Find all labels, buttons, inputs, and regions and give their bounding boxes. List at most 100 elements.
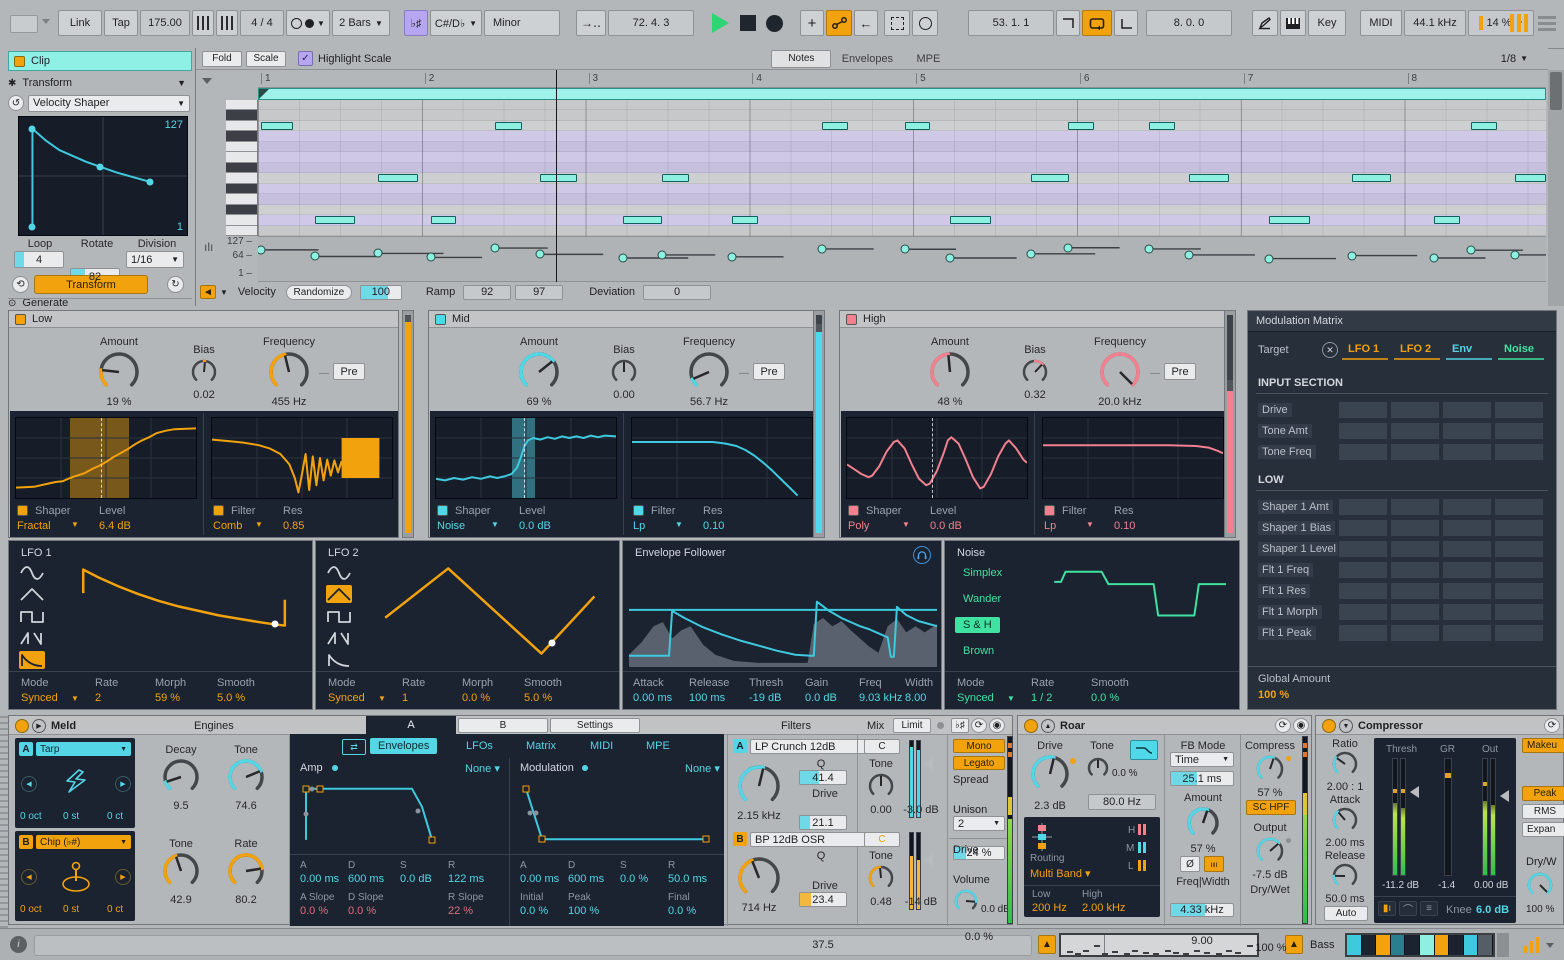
piano-keys-column[interactable] (226, 100, 258, 236)
matrix-cell[interactable] (1494, 401, 1544, 419)
device-collapse-icon[interactable]: ▲ (1041, 719, 1055, 733)
noise-type-simplex[interactable]: Simplex (955, 565, 1010, 581)
matrix-cell[interactable] (1494, 582, 1544, 600)
piano-key[interactable] (226, 226, 257, 236)
midi-note[interactable] (1068, 122, 1094, 130)
filter-a-gain-handle[interactable] (924, 758, 933, 770)
capture-midi-icon[interactable] (912, 10, 938, 36)
envelope-handle[interactable] (429, 836, 436, 843)
amount-knob[interactable] (518, 351, 560, 393)
env-param-value[interactable]: 600 ms (348, 873, 384, 885)
env-param-value[interactable]: 100 % (568, 905, 599, 917)
env-param-value[interactable]: 122 ms (448, 873, 484, 885)
fold-button[interactable]: Fold (202, 51, 242, 67)
filter-b-c-button[interactable]: C (864, 832, 900, 847)
transform-redo-icon[interactable]: ↻ (167, 276, 184, 293)
lfo-morph-value[interactable]: 0.0 % (462, 692, 490, 704)
fold-triangle-icon[interactable] (202, 78, 212, 84)
note-row[interactable] (258, 121, 1546, 131)
filter-b-q-field[interactable]: 23.4 (799, 892, 847, 907)
matrix-cell[interactable] (1494, 422, 1544, 440)
env-param-value[interactable]: 0.00 ms (520, 873, 559, 885)
tab-a[interactable]: A (366, 716, 456, 734)
piano-key[interactable] (226, 184, 257, 194)
out-value[interactable]: 0.00 dB (1474, 880, 1508, 891)
scale-toggle-button[interactable]: ♭♯ (404, 10, 428, 36)
punch-out-icon[interactable] (1114, 10, 1138, 36)
output-knob[interactable] (1255, 836, 1285, 866)
velocity-lane[interactable] (258, 236, 1546, 282)
midi-note[interactable] (732, 216, 758, 224)
tab-b[interactable]: B (458, 718, 548, 733)
automation-arm-button[interactable] (826, 10, 852, 36)
note-row[interactable] (258, 131, 1546, 141)
engine-a-knob2[interactable] (227, 758, 265, 796)
arrangement-position-display[interactable]: 72. 4. 3 (608, 10, 694, 36)
save-preset-icon[interactable]: ◉ (1293, 718, 1309, 733)
engine-b-next-icon[interactable]: ▶ (115, 869, 131, 885)
matrix-cell[interactable] (1442, 582, 1492, 600)
info-icon[interactable]: i (10, 936, 27, 953)
note-row[interactable] (258, 152, 1546, 162)
transform-refresh-icon[interactable]: ↺ (8, 95, 24, 111)
matrix-cell[interactable] (1338, 624, 1388, 642)
meld-subtab-matrix[interactable]: Matrix (518, 738, 564, 754)
routing-select[interactable]: Multi Band ▾ (1030, 867, 1091, 880)
scale-root-select[interactable]: C#/D♭▼ (430, 10, 482, 36)
matrix-cell[interactable] (1494, 603, 1544, 621)
highlight-scale-checkbox[interactable]: ✓ (298, 51, 313, 66)
engine-a-select[interactable]: Tarp▼ (36, 742, 131, 756)
punch-in-icon[interactable] (1056, 10, 1080, 36)
engine-b-select[interactable]: Chip (♭#)▼ (36, 835, 131, 849)
ramp-from-field[interactable]: 92 (463, 285, 511, 300)
lfo-mode-select[interactable]: Synced (328, 692, 365, 704)
session-view-toggle-icon[interactable] (1510, 14, 1528, 32)
frequency-knob[interactable] (268, 351, 310, 393)
rms-button[interactable]: RMS (1522, 804, 1564, 819)
shaper-graph[interactable] (15, 417, 197, 499)
midi-note[interactable] (495, 122, 522, 130)
computer-midi-keyboard-icon[interactable] (1280, 10, 1306, 36)
matrix-clear-icon[interactable]: ✕ (1322, 342, 1338, 358)
velocity-marker[interactable] (1429, 253, 1438, 262)
phase-invert-button[interactable]: Ø (1180, 856, 1200, 872)
envfollow-param-value[interactable]: -19 dB (749, 692, 781, 704)
velocity-marker[interactable] (426, 253, 435, 262)
engine-b-prev-icon[interactable]: ◀ (21, 869, 37, 885)
midi-note[interactable] (315, 216, 355, 224)
tap-button[interactable]: Tap (104, 10, 138, 36)
midi-note[interactable] (1515, 174, 1546, 182)
envelope-handle[interactable] (303, 785, 310, 792)
filter-res-value[interactable]: 0.10 (1114, 520, 1135, 532)
device-on-toggle[interactable] (1322, 719, 1336, 733)
loop-length-display[interactable]: 8. 0. 0 (1146, 10, 1232, 36)
shaper-graph[interactable] (435, 417, 617, 499)
envfollow-param-value[interactable]: 8.00 (905, 692, 926, 704)
midi-note[interactable] (905, 122, 931, 130)
sc-hpf-button[interactable]: SC HPF (1246, 800, 1296, 815)
makeup-button[interactable]: Makeu (1522, 738, 1564, 753)
amount-knob[interactable] (98, 351, 140, 393)
roar-tone-knob[interactable] (1086, 756, 1110, 780)
midi-note[interactable] (261, 122, 293, 130)
square-icon[interactable] (19, 607, 45, 625)
velocity-marker[interactable] (945, 253, 954, 262)
sidechain-button[interactable]: ≡ (1420, 901, 1438, 916)
randomize-amount-field[interactable]: 100 (360, 285, 402, 300)
envfollow-param-value[interactable]: 9.03 kHz (859, 692, 902, 704)
env-param-value[interactable]: 0.00 ms (300, 873, 339, 885)
editor-vscrollbar[interactable] (1548, 70, 1564, 306)
play-button[interactable] (712, 13, 729, 33)
velocity-marker[interactable] (373, 249, 382, 258)
lfo-smooth-value[interactable]: 5.0 % (217, 692, 245, 704)
threshold-handle[interactable] (1410, 786, 1419, 798)
note-row[interactable] (258, 163, 1546, 173)
velocity-marker[interactable] (1347, 251, 1356, 260)
envelope-follower-display[interactable] (629, 565, 937, 667)
matrix-cell[interactable] (1442, 443, 1492, 461)
matrix-cell[interactable] (1442, 561, 1492, 579)
filter-a-q-field[interactable]: 41.4 (799, 770, 847, 785)
bias-knob[interactable] (1021, 358, 1049, 386)
midi-note[interactable] (431, 216, 457, 224)
shaper-level-value[interactable]: 0.0 dB (930, 520, 962, 532)
